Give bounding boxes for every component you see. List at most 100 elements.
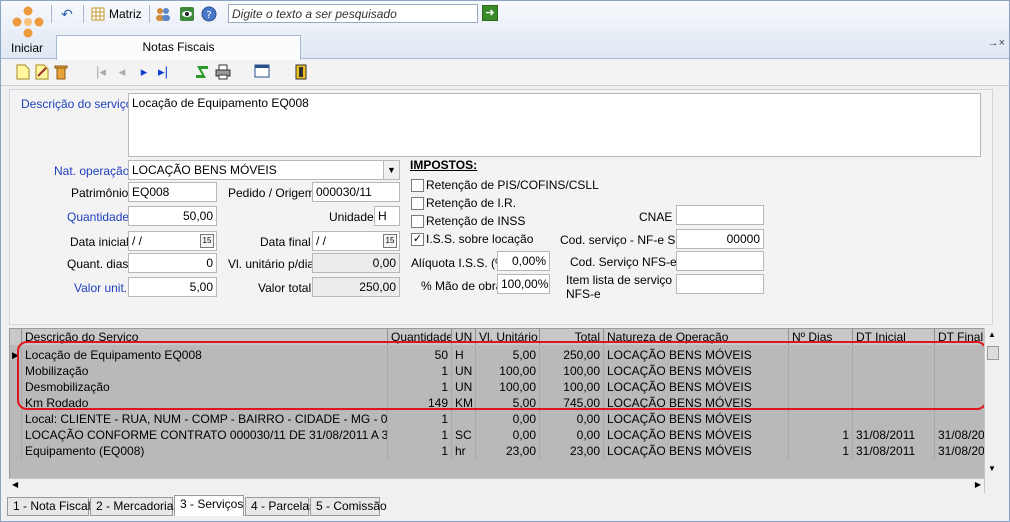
confirm-icon[interactable] <box>194 64 210 80</box>
mao-obra-field[interactable]: 100,00% <box>497 274 550 294</box>
calendar-icon[interactable]: 15 <box>383 234 397 248</box>
window-icon[interactable] <box>254 64 270 80</box>
next-record-icon[interactable]: ▸ <box>136 64 152 80</box>
cell-descricao: Desmobilização <box>22 379 388 395</box>
quantidade-field[interactable]: 50,00 <box>128 206 217 226</box>
nf-window: Iniciar ↶ Matriz ? Digite o texto a ser … <box>0 0 1010 522</box>
scroll-right-icon[interactable]: ▶ <box>975 480 981 489</box>
scroll-down-icon[interactable]: ▼ <box>988 464 996 473</box>
last-record-icon[interactable]: ▸| <box>155 64 171 80</box>
cell-dt-inicial <box>853 411 935 427</box>
unidade-field[interactable]: H <box>374 206 400 226</box>
cell-n-dias <box>789 363 853 379</box>
ret-inss-checkbox[interactable] <box>411 215 424 228</box>
chevron-down-icon[interactable]: ▼ <box>383 161 399 179</box>
matriz-button[interactable]: Matriz <box>109 7 142 21</box>
cell-descricao: Local: CLIENTE - RUA, NUM - COMP - BAIRR… <box>22 411 388 427</box>
cell-dt-inicial <box>853 363 935 379</box>
cell-dt-inicial <box>853 347 935 363</box>
first-record-icon[interactable]: |◂ <box>93 64 109 80</box>
prev-record-icon[interactable]: ◂ <box>114 64 130 80</box>
tab-servicos[interactable]: 3 - Serviços <box>174 495 244 516</box>
quantidade-label: Quantidade <box>67 210 130 224</box>
tab-parcelas[interactable]: 4 - Parcelas <box>245 497 315 516</box>
cell-un: SC <box>452 427 476 443</box>
cell-n-dias: 1 <box>789 443 853 459</box>
app-logo-icon[interactable] <box>11 5 45 39</box>
undo-icon[interactable]: ↶ <box>58 5 76 23</box>
calendar-icon[interactable]: 15 <box>200 234 214 248</box>
cell-natureza: LOCAÇÃO BENS MÓVEIS <box>604 427 789 443</box>
horizontal-scrollbar[interactable]: ◀ ▶ <box>9 478 984 493</box>
tab-mercadorias[interactable]: 2 - Mercadorias <box>90 497 179 516</box>
data-inicial-value: / / <box>132 234 143 248</box>
tab-nota-fiscal[interactable]: 1 - Nota Fiscal <box>7 497 90 516</box>
ret-pis-label: Retenção de PIS/COFINS/CSLL <box>426 178 599 192</box>
cell-un: hr <box>452 443 476 459</box>
col-header-descricao[interactable]: Descrição do Servico <box>22 329 388 345</box>
item-lista-field[interactable] <box>676 274 764 294</box>
quant-dias-field[interactable]: 0 <box>128 253 217 273</box>
cell-n-dias <box>789 379 853 395</box>
nat-operacao-select[interactable]: LOCAÇÃO BENS MÓVEIS ▼ <box>128 160 400 180</box>
print-icon[interactable] <box>215 64 231 80</box>
cell-total: 100,00 <box>540 379 604 395</box>
services-grid[interactable]: Descrição do Servico Quantidade UN Vl. U… <box>9 328 1001 493</box>
grid-icon[interactable] <box>89 5 107 23</box>
data-final-field[interactable]: / / 15 <box>312 231 400 251</box>
descricao-textarea[interactable]: Locação de Equipamento EQ008 <box>128 93 981 157</box>
item-lista-label: Item lista de serviço <box>566 273 673 287</box>
users-icon[interactable] <box>154 5 172 23</box>
col-header-total[interactable]: Total <box>540 329 604 345</box>
valor-unit-field[interactable]: 5,00 <box>128 277 217 297</box>
delete-icon[interactable] <box>53 64 69 80</box>
table-row[interactable]: Equipamento (EQ008) 1 hr 23,00 23,00 LOCAÇÃO … <box>10 443 990 459</box>
table-row[interactable]: Local: CLIENTE - RUA, NUM - COMP - BAIRR… <box>10 411 990 427</box>
patrimonio-field[interactable]: EQ008 <box>128 182 217 202</box>
tab-comissao[interactable]: 5 - Comissão <box>310 497 387 516</box>
service-form: Descrição do serviço Locação de Equipame… <box>9 89 993 325</box>
table-row[interactable]: Km Rodado 149 KM 5,00 745,00 LOCAÇÃO BENS MÓV… <box>10 395 990 411</box>
aliquota-field[interactable]: 0,00% <box>497 251 550 271</box>
cod-servico-sp-field[interactable]: 00000 <box>676 229 764 249</box>
cell-natureza: LOCAÇÃO BENS MÓVEIS <box>604 347 789 363</box>
table-row[interactable]: LOCAÇÃO CONFORME CONTRATO 000030/11 DE 3… <box>10 427 990 443</box>
table-row[interactable]: Mobilização 1 UN 100,00 100,00 LOCAÇÃO BENS M… <box>10 363 990 379</box>
col-header-dt-inicial[interactable]: DT Inicial <box>853 329 935 345</box>
toolbar-separator <box>83 5 84 23</box>
col-header-vl-unitario[interactable]: Vl. Unitário <box>476 329 540 345</box>
iss-checkbox[interactable]: ✓ <box>411 233 424 246</box>
start-label[interactable]: Iniciar <box>11 41 43 55</box>
search-go-icon[interactable]: ➜ <box>482 5 498 21</box>
cell-dt-final <box>935 395 990 411</box>
vertical-scrollbar[interactable]: ▲ ▼ <box>984 328 1001 493</box>
col-header-dt-final[interactable]: DT Final <box>935 329 990 345</box>
item-lista-label-2: NFS-e <box>566 287 601 301</box>
edit-icon[interactable] <box>34 64 50 80</box>
table-row[interactable]: Desmobilização 1 UN 100,00 100,00 LOCAÇÃO BEN… <box>10 379 990 395</box>
data-inicial-field[interactable]: / / 15 <box>128 231 217 251</box>
col-header-quantidade[interactable]: Quantidade <box>388 329 452 345</box>
pedido-field[interactable]: 000030/11 <box>312 182 400 202</box>
search-input[interactable]: Digite o texto a ser pesquisado <box>228 4 478 23</box>
help-icon[interactable]: ? <box>200 5 218 23</box>
cnae-field[interactable] <box>676 205 764 225</box>
view-icon[interactable] <box>178 5 196 23</box>
table-row[interactable]: ▶ Locação de Equipamento EQ008 50 H 5,00 250,… <box>10 347 990 363</box>
data-final-value: / / <box>316 234 327 248</box>
pin-close-icon[interactable]: →× <box>988 37 1005 49</box>
col-header-n-dias[interactable]: Nº Dias <box>789 329 853 345</box>
new-icon[interactable] <box>15 64 31 80</box>
tab-notas-fiscais[interactable]: Notas Fiscais <box>56 35 301 60</box>
scroll-thumb[interactable] <box>987 346 999 360</box>
cell-total: 0,00 <box>540 427 604 443</box>
exit-icon[interactable] <box>293 64 309 80</box>
top-toolbar: Iniciar ↶ Matriz ? Digite o texto a ser … <box>1 1 1009 60</box>
ret-ir-checkbox[interactable] <box>411 197 424 210</box>
scroll-left-icon[interactable]: ◀ <box>12 480 18 489</box>
col-header-un[interactable]: UN <box>452 329 476 345</box>
col-header-natureza[interactable]: Natureza de Operação <box>604 329 789 345</box>
ret-pis-checkbox[interactable] <box>411 179 424 192</box>
cod-servico-nfse-field[interactable] <box>676 251 764 271</box>
scroll-up-icon[interactable]: ▲ <box>988 330 996 339</box>
